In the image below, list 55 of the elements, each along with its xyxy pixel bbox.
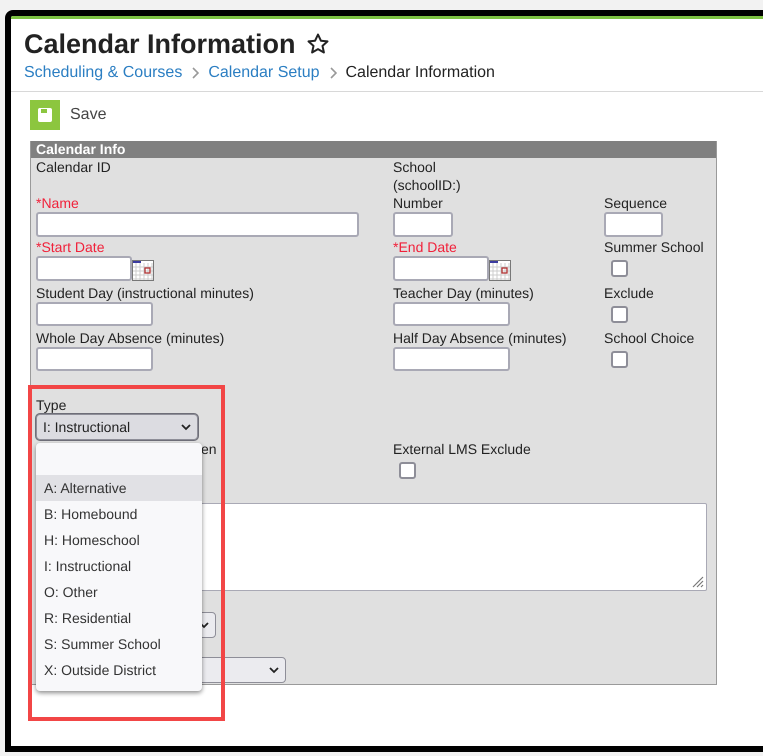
field-label: Half Day Absence (minutes) <box>393 329 568 347</box>
dropdown-option[interactable]: B: Homebound <box>36 501 202 527</box>
page-title: Calendar Information <box>24 28 296 60</box>
star-icon[interactable] <box>306 32 330 56</box>
field-label: *Start Date <box>36 238 106 256</box>
chevron-icon <box>191 67 200 79</box>
info-label: (schoolID:) <box>393 176 462 194</box>
chevron-icon <box>181 424 191 430</box>
checkbox[interactable] <box>611 306 628 323</box>
text-field[interactable] <box>36 212 359 237</box>
calendar-icon[interactable] <box>132 260 154 281</box>
calendar-icon[interactable] <box>489 260 511 281</box>
info-label: School <box>393 158 437 176</box>
panel-header: Calendar Info <box>31 141 716 158</box>
text-field[interactable] <box>36 256 132 281</box>
field-label: Number <box>393 194 444 212</box>
save-button[interactable]: Save <box>30 100 106 130</box>
checkbox[interactable] <box>611 351 628 368</box>
dropdown-option[interactable]: R: Residential <box>36 605 202 631</box>
field-label: External LMS Exclude <box>393 440 532 458</box>
info-label: Calendar ID <box>36 158 112 176</box>
select-field[interactable]: I: Instructional <box>36 414 198 440</box>
field-label: Whole Day Absence (minutes) <box>36 329 226 347</box>
breadcrumb-current: Calendar Information <box>346 63 495 83</box>
dropdown-option[interactable]: I: Instructional <box>36 553 202 579</box>
field-label: Teacher Day (minutes) <box>393 284 535 302</box>
field-label: School Choice <box>604 329 696 347</box>
dropdown-option[interactable]: A: Alternative <box>36 475 202 501</box>
dropdown-option[interactable]: S: Summer School <box>36 631 202 657</box>
save-icon <box>30 100 60 130</box>
resize-grip-icon[interactable] <box>692 576 704 588</box>
breadcrumb-link[interactable]: Scheduling & Courses <box>24 61 182 85</box>
field-label: Type <box>36 396 68 414</box>
text-field[interactable] <box>36 347 153 371</box>
dropdown-option[interactable]: O: Other <box>36 579 202 605</box>
field-label: *Name <box>36 194 80 212</box>
text-field[interactable] <box>393 302 510 326</box>
checkbox[interactable] <box>611 260 628 277</box>
field-label: Student Day (instructional minutes) <box>36 284 255 302</box>
chevron-icon <box>328 67 336 79</box>
text-field[interactable] <box>604 212 663 237</box>
text-field[interactable] <box>393 212 453 237</box>
field-label: *End Date <box>393 238 458 256</box>
field-label: Exclude <box>604 284 655 302</box>
breadcrumb-link[interactable]: Calendar Setup <box>208 61 320 85</box>
chevron-icon <box>269 666 279 674</box>
field-label: Summer School <box>604 238 705 256</box>
field-label: Sequence <box>604 194 668 212</box>
text-field[interactable] <box>393 256 489 281</box>
dropdown-option[interactable]: H: Homeschool <box>36 527 202 553</box>
text-field[interactable] <box>393 347 510 371</box>
dropdown-option[interactable]: X: Outside District <box>36 657 202 683</box>
field-label: en <box>201 440 217 458</box>
text-field[interactable] <box>36 302 153 326</box>
checkbox[interactable] <box>399 462 416 479</box>
